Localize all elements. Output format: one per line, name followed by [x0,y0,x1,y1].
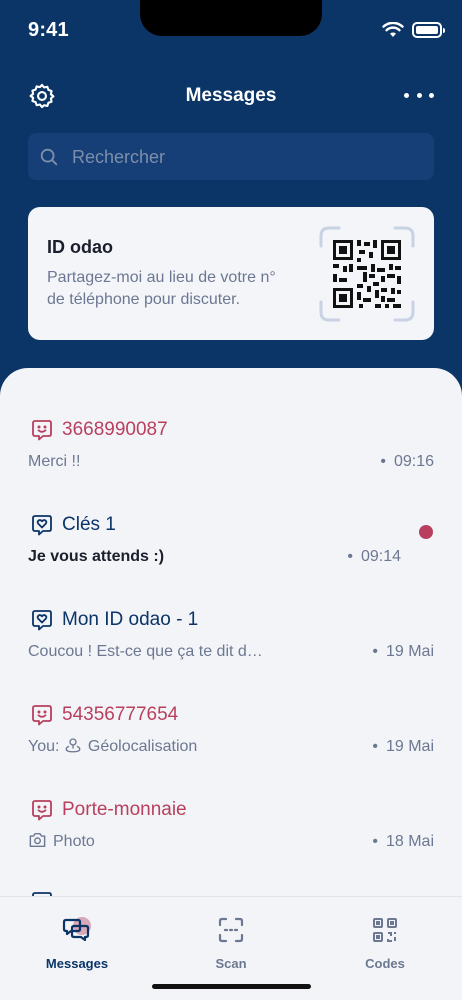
battery-icon [412,22,445,38]
search-input[interactable]: Rechercher [28,133,434,180]
qr-code-icon[interactable] [319,226,415,322]
heart-chat-icon [32,515,52,536]
unread-indicator [419,525,433,539]
conversation-name: Porte-monnaie [62,799,187,820]
id-card-description: Partagez-moi au lieu de votre n° de télé… [47,269,276,308]
conversation-time: • 09:16 [380,453,434,470]
tab-bar: Messages Scan Codes [0,896,462,1000]
conversation-name: Clés 1 [62,514,116,535]
smiley-chat-icon [32,705,52,726]
location-person-icon [65,738,81,753]
wifi-icon [382,22,404,37]
id-card-title: ID odao [47,237,113,257]
tab-label: Scan [215,956,247,971]
conversation-item[interactable]: Clés 1 Je vous attends :) • 09:14 [0,513,462,608]
heart-chat-icon [32,610,52,631]
conversation-item[interactable]: 54356777654 You: Géolocalisation • 19 Mai [0,703,462,798]
tab-label: Codes [365,956,405,971]
more-options-icon[interactable] [404,88,434,102]
home-indicator [152,984,311,989]
conversation-time: • 09:14 [347,548,401,565]
search-icon [40,148,58,166]
conversation-name: Mon ID odao - 1 [62,609,199,630]
conversation-preview: Merci !! [28,453,81,470]
nav-header: Messages [0,70,462,122]
search-placeholder: Rechercher [72,147,166,167]
conversation-time: • 18 Mai [372,833,434,850]
conversation-preview: You: Géolocalisation [28,738,198,755]
conversation-item[interactable]: 3668990087 Merci !! • 09:16 [0,418,462,513]
status-time: 9:41 [28,19,69,41]
conversation-time: • 19 Mai [372,738,434,755]
conversation-preview: Photo [28,831,328,853]
conversation-preview: Je vous attends :) [28,548,165,565]
smiley-chat-icon [32,800,52,821]
tab-codes[interactable]: Codes [325,915,445,971]
camera-icon [29,832,46,848]
tab-messages[interactable]: Messages [17,915,137,971]
conversation-time: • 19 Mai [372,643,434,660]
chat-bubbles-icon [62,915,92,945]
conversation-item[interactable]: Mon ID odao - 1 Coucou ! Est-ce que ça t… [0,608,462,703]
conversation-name: 54356777654 [62,704,179,725]
tab-label: Messages [45,956,109,971]
device-notch [140,0,322,36]
tab-scan[interactable]: Scan [171,915,291,971]
conversation-name: 3668990087 [62,419,168,440]
conversation-item[interactable]: Porte-monnaie Photo • 18 Mai [0,798,462,893]
status-bar: 9:41 [0,0,462,60]
smiley-chat-icon [32,420,52,441]
scan-frame-icon [218,917,244,943]
conversation-preview: Coucou ! Est-ce que ça te dit d… [28,643,263,660]
qr-code-icon [373,918,397,942]
page-title: Messages [185,85,277,106]
id-share-card[interactable]: ID odao Partagez-moi au lieu de votre n°… [28,207,434,340]
